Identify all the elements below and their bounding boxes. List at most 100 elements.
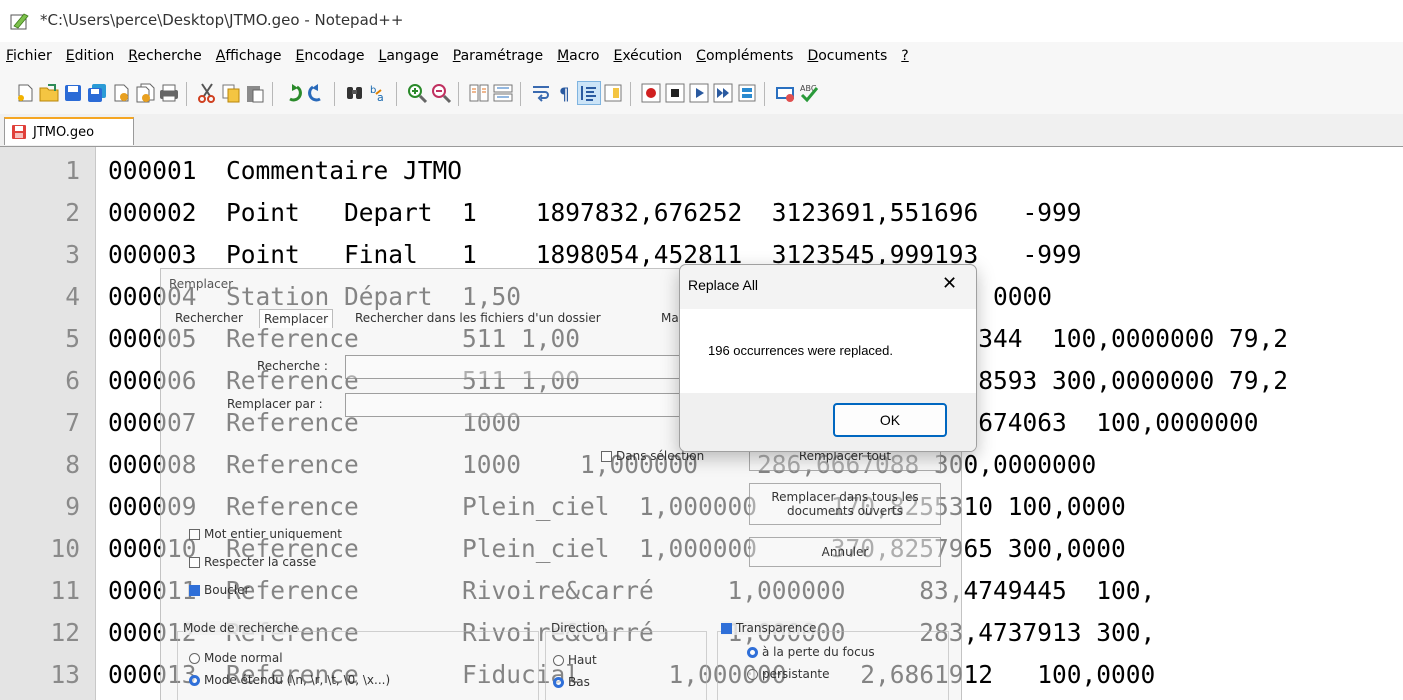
undo-icon[interactable] [282, 82, 304, 104]
find-icon[interactable] [344, 82, 366, 104]
close-file-icon[interactable] [110, 82, 132, 104]
on-focus-loss-radio[interactable]: à la perte du focus [747, 645, 875, 659]
persistent-radio[interactable]: persistante [747, 667, 830, 681]
menu-item[interactable]: Macro [551, 48, 607, 64]
transparency-group [717, 631, 949, 700]
print-icon[interactable] [158, 82, 180, 104]
menu-item[interactable]: Affichage [210, 48, 290, 64]
menu-item-label: dition [74, 48, 115, 64]
save-icon[interactable] [62, 82, 84, 104]
redo-icon[interactable] [306, 82, 328, 104]
save-macro-icon[interactable] [736, 82, 758, 104]
ok-button[interactable]: OK [833, 403, 947, 437]
close-all-icon[interactable] [134, 82, 156, 104]
tab-rechercher[interactable]: Rechercher [171, 309, 247, 327]
menu-item-mnemonic: C [696, 48, 706, 64]
tab-bar: JTMO.geo [0, 114, 1403, 147]
zoom-out-icon[interactable] [430, 82, 452, 104]
toolbar-separator [520, 82, 521, 106]
menu-item[interactable]: Langage [373, 48, 447, 64]
indent-guide-icon[interactable] [577, 81, 601, 105]
transparency-checkbox[interactable]: Transparence [721, 621, 817, 635]
direction-up-label: Haut [568, 653, 597, 667]
line-number: 13 [50, 660, 80, 689]
save-all-icon[interactable] [86, 82, 108, 104]
close-icon[interactable]: ✕ [942, 273, 957, 294]
menu-item-label: ompléments [705, 48, 794, 64]
doc-map-icon[interactable] [602, 82, 624, 104]
menu-item[interactable]: Compléments [690, 48, 801, 64]
sync-horizontal-icon[interactable] [492, 82, 514, 104]
sync-vertical-icon[interactable] [468, 82, 490, 104]
open-file-icon[interactable] [38, 82, 60, 104]
menu-item-label: ffichage [225, 48, 282, 64]
msgbox-message: 196 occurrences were replaced. [708, 343, 893, 358]
new-file-icon[interactable] [14, 82, 36, 104]
replace-all-docs-button[interactable]: Remplacer dans tous les documents ouvert… [749, 483, 941, 525]
persistent-label: persistante [762, 667, 830, 681]
menu-item-label: ichier [13, 48, 52, 64]
replace-all-message-box: Replace All ✕ 196 occurrences were repla… [679, 264, 977, 452]
search-mode-label: Mode de recherche [183, 621, 299, 635]
replace-dialog-title: Remplacer [169, 277, 234, 291]
line-number: 11 [50, 576, 80, 605]
toolbar-separator [396, 82, 397, 106]
menu-item-mnemonic: F [6, 48, 14, 64]
cancel-button[interactable]: Annuler [749, 537, 941, 567]
toolbar-separator [272, 82, 273, 106]
menu-item-label: ocuments [818, 48, 888, 64]
editor-line[interactable]: 1 000001 Commentaire JTMO [0, 152, 1403, 190]
mode-normal-label: Mode normal [204, 651, 283, 665]
cut-icon[interactable] [196, 82, 218, 104]
menu-item[interactable]: Recherche [122, 48, 210, 64]
mode-normal-radio[interactable]: Mode normal [189, 651, 283, 665]
tab-find-in-files[interactable]: Rechercher dans les fichiers d'un dossie… [351, 309, 605, 327]
menu-item-label: angage [386, 48, 439, 64]
persistent-dot [747, 668, 758, 680]
direction-down-dot [553, 676, 564, 688]
direction-label: Direction [551, 621, 606, 635]
menu-item-mnemonic: P [452, 48, 461, 64]
menu-item-label: echerche [137, 48, 202, 64]
menu-item[interactable]: Exécution [607, 48, 690, 64]
copy-icon[interactable] [220, 82, 242, 104]
wrap-around-label: Boucler [204, 583, 250, 597]
record-macro-icon[interactable] [640, 82, 662, 104]
menu-item[interactable]: Edition [60, 48, 122, 64]
title-bar: *C:\Users\perce\Desktop\JTMO.geo - Notep… [0, 0, 1403, 42]
direction-up-radio[interactable]: Haut [553, 653, 597, 667]
transparency-box [721, 622, 732, 634]
toolbar-separator [334, 82, 335, 106]
menu-item[interactable]: Fichier [0, 48, 60, 64]
run-macro-multiple-icon[interactable] [712, 82, 734, 104]
mode-extended-radio[interactable]: Mode étendu (\n, \r, \t, \0, \x...) [189, 673, 390, 687]
tab-label: JTMO.geo [33, 124, 95, 140]
match-case-box [189, 556, 200, 568]
mode-normal-dot [189, 652, 200, 664]
svg-text:¶: ¶ [559, 85, 570, 104]
show-all-chars-icon[interactable]: ¶ [554, 82, 576, 104]
zoom-in-icon[interactable] [406, 82, 428, 104]
direction-down-radio[interactable]: Bas [553, 675, 590, 689]
editor-line[interactable]: 2 000002 Point Depart 1 1897832,676252 31… [0, 194, 1403, 232]
menu-item-mnemonic: R [128, 48, 138, 64]
replace-icon[interactable]: ba [368, 82, 390, 104]
menu-item[interactable]: ? [895, 48, 916, 64]
tab-remplacer[interactable]: Remplacer [259, 309, 334, 328]
whole-word-checkbox[interactable]: Mot entier uniquement [189, 527, 342, 541]
transparency-label: Transparence [736, 621, 817, 635]
menu-item[interactable]: Documents [801, 48, 895, 64]
paste-icon[interactable] [244, 82, 266, 104]
word-wrap-icon[interactable] [530, 82, 552, 104]
spell-check-icon[interactable]: ABC [798, 82, 820, 104]
menu-item[interactable]: Encodage [290, 48, 373, 64]
line-number: 6 [65, 366, 80, 395]
launch-browser-icon[interactable] [774, 82, 796, 104]
stop-macro-icon[interactable] [664, 82, 686, 104]
line-number: 9 [65, 492, 80, 521]
wrap-around-checkbox[interactable]: Boucler [189, 583, 249, 597]
menu-item[interactable]: Paramétrage [447, 48, 551, 64]
tab-jtmo-geo[interactable]: JTMO.geo [4, 117, 134, 145]
match-case-checkbox[interactable]: Respecter la casse [189, 555, 316, 569]
play-macro-icon[interactable] [688, 82, 710, 104]
